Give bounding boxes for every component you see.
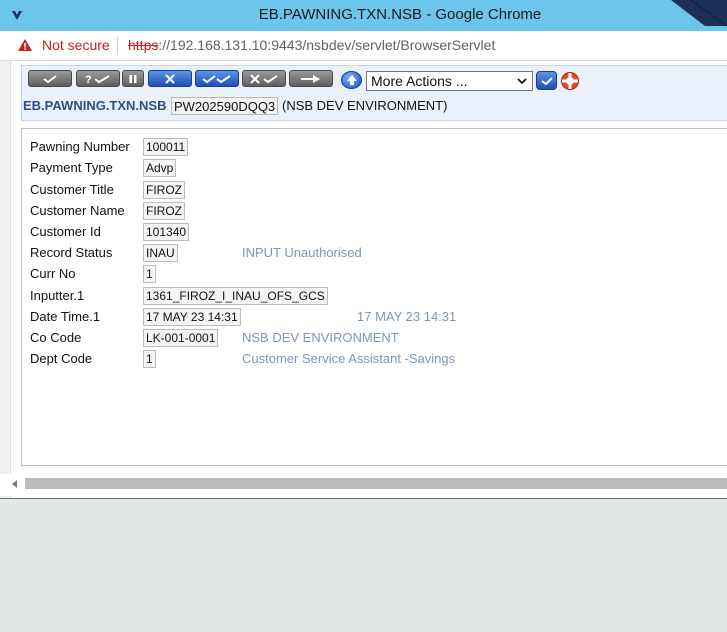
url-scheme: https <box>128 37 159 53</box>
field-label-payment-type: Payment Type <box>30 160 113 175</box>
window-close-icon[interactable] <box>671 0 727 26</box>
window-title: EB.PAWNING.TXN.NSB - Google Chrome <box>258 6 542 23</box>
warning-icon <box>18 39 32 51</box>
field-label-dept-code: Dept Code <box>30 351 93 366</box>
authorise-icon[interactable] <box>195 70 239 87</box>
environment-label: (NSB DEV ENVIRONMENT) <box>282 98 448 113</box>
record-status-enrichment: INPUT Unauthorised <box>242 245 362 260</box>
not-secure-label[interactable]: Not secure <box>42 37 110 53</box>
field-value-customer-id: 101340 <box>143 223 190 241</box>
more-actions-select[interactable]: More Actions ... <box>366 71 533 91</box>
record-id-field[interactable]: PW202590DQQ3 <box>171 97 279 115</box>
field-label-customer-name: Customer Name <box>30 203 125 218</box>
field-value-date-time: 17 MAY 23 14:31 <box>143 308 241 326</box>
reverse-icon[interactable] <box>242 70 286 87</box>
commit-check-icon[interactable] <box>28 70 72 87</box>
date-time-enrichment: 17 MAY 23 14:31 <box>357 309 457 324</box>
hold-icon[interactable] <box>122 70 144 87</box>
lifebuoy-icon[interactable] <box>560 71 580 91</box>
field-label-co-code: Co Code <box>30 330 82 345</box>
delete-icon[interactable] <box>148 70 192 87</box>
up-arrow-icon[interactable] <box>341 71 362 89</box>
more-actions-value: More Actions ... <box>371 73 468 89</box>
field-label-pawning-number: Pawning Number <box>30 139 130 154</box>
scrollbar-thumb[interactable] <box>25 478 727 489</box>
field-value-record-status: INAU <box>143 244 178 262</box>
field-value-curr-no: 1 <box>143 265 156 283</box>
window-bottom-border <box>0 498 727 499</box>
window-titlebar: EB.PAWNING.TXN.NSB - Google Chrome <box>0 0 727 32</box>
svg-text:?: ? <box>85 74 92 84</box>
field-value-customer-title: FIROZ <box>143 181 185 199</box>
validate-icon[interactable]: ? <box>76 70 120 87</box>
field-value-co-code: LK-001-0001 <box>143 329 219 347</box>
field-label-inputter: Inputter.1 <box>30 288 85 303</box>
dept-code-enrichment: Customer Service Assistant -Savings <box>242 351 456 366</box>
field-value-customer-name: FIROZ <box>143 202 185 220</box>
field-value-inputter: 1361_FIROZ_I_INAU_OFS_GCS <box>143 287 328 305</box>
record-form <box>21 128 727 466</box>
field-value-dept-code: 1 <box>143 350 156 368</box>
horizontal-scrollbar[interactable] <box>0 474 727 496</box>
field-value-payment-type: Advp <box>143 159 177 177</box>
url-text[interactable]: https://192.168.131.10:9443/nsbdev/servl… <box>128 37 495 53</box>
field-label-customer-id: Customer Id <box>30 224 101 239</box>
url-path: ://192.168.131.10:9443/nsbdev/servlet/Br… <box>158 37 496 53</box>
address-divider <box>117 37 118 53</box>
field-value-pawning-number: 100011 <box>143 138 189 156</box>
scroll-left-arrow-icon[interactable] <box>12 480 18 488</box>
chevron-down-icon <box>517 78 527 85</box>
page-left-gutter <box>0 61 11 498</box>
field-label-curr-no: Curr No <box>30 266 76 281</box>
next-icon[interactable] <box>289 70 333 87</box>
field-label-record-status: Record Status <box>30 245 113 260</box>
co-code-enrichment: NSB DEV ENVIRONMENT <box>242 330 399 345</box>
field-label-date-time: Date Time.1 <box>30 309 101 324</box>
go-check-icon[interactable] <box>536 71 557 90</box>
address-bar[interactable]: Not secure https://192.168.131.10:9443/n… <box>0 31 727 61</box>
application-name: EB.PAWNING.TXN.NSB <box>23 98 167 113</box>
field-label-customer-title: Customer Title <box>30 182 114 197</box>
